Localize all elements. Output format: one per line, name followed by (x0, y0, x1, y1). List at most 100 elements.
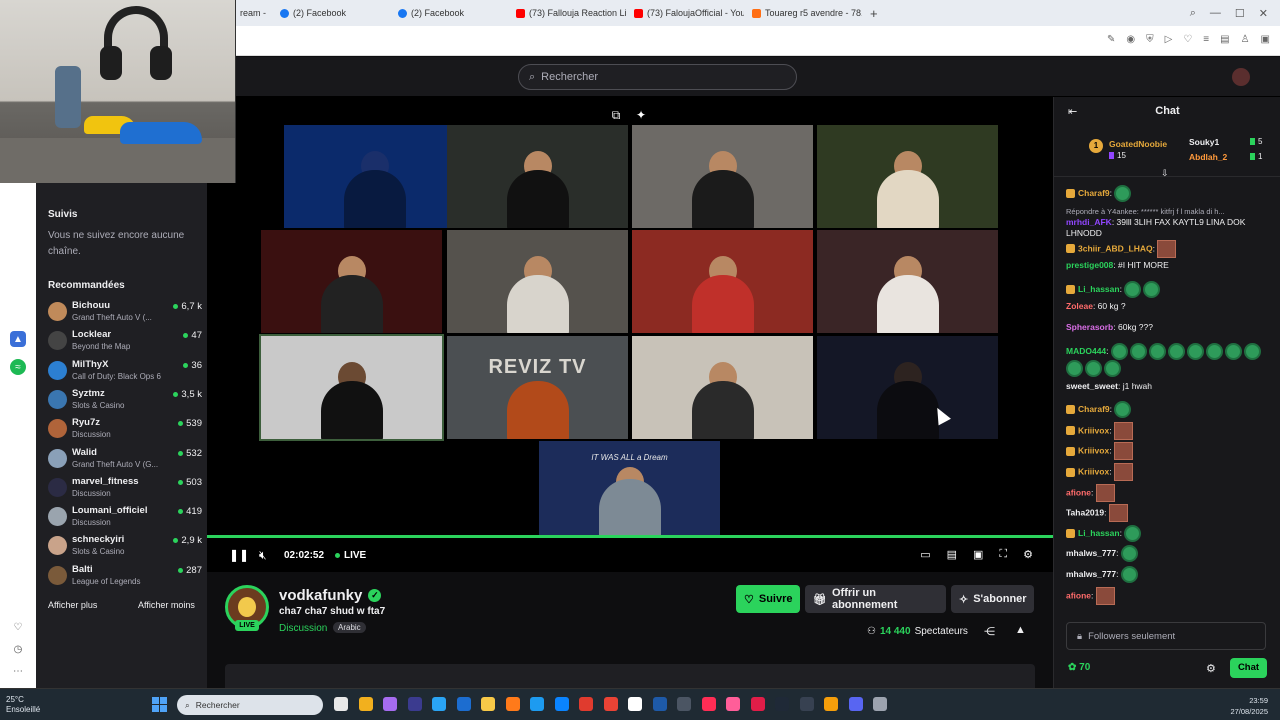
recommended-channel[interactable]: Loumani_officiel Discussion 419 (46, 504, 204, 531)
chat-username[interactable]: Li_hassan (1078, 528, 1120, 538)
taskbar-app-icon[interactable] (358, 697, 373, 711)
taskbar-app-icon[interactable] (824, 697, 838, 711)
chat-username[interactable]: mhalws_777 (1066, 548, 1116, 558)
chat-username[interactable]: Kriiivox (1078, 446, 1109, 456)
theatre-mode-icon[interactable]: ▣ (973, 548, 983, 561)
browser-tab[interactable]: (2) Facebook (272, 0, 390, 26)
taskbar-app-icon[interactable] (383, 697, 397, 711)
chat-username[interactable]: Li_hassan (1078, 284, 1120, 294)
fullscreen-icon[interactable]: ⛶ (999, 548, 1007, 561)
taskbar-app-icon[interactable] (505, 697, 520, 711)
more-icon[interactable]: ⋯ (10, 663, 26, 679)
show-less-link[interactable]: Afficher moins (138, 600, 195, 610)
recommended-channel[interactable]: MilThyX Call of Duty: Black Ops 6 36 (46, 358, 204, 385)
taskbar-app-icon[interactable] (726, 697, 740, 711)
taskbar-app-icon[interactable] (579, 697, 593, 711)
heart-icon[interactable]: ♡ (10, 619, 26, 635)
taskbar-app-icon[interactable] (481, 697, 495, 711)
camera-icon[interactable]: ◉ (1126, 34, 1135, 45)
browser-tab[interactable]: (73) Fallouja Reaction Live (508, 0, 626, 26)
taskbar-app-icon[interactable] (848, 697, 863, 711)
taskbar-app-icon[interactable] (334, 697, 348, 711)
search-input[interactable]: ⌕ Rechercher (518, 64, 797, 90)
chat-username[interactable]: mrhdi_AFK (1066, 217, 1112, 227)
miniplayer-icon[interactable]: ▭ (920, 548, 930, 561)
new-tab-button[interactable]: + (862, 6, 886, 21)
sparkle-icon[interactable]: ✦ (633, 107, 649, 123)
chat-username[interactable]: Charaf9 (1078, 188, 1110, 198)
chat-username[interactable]: afione (1066, 487, 1091, 497)
chat-username[interactable]: sweet_sweet (1066, 381, 1118, 391)
chat-username[interactable]: afione (1066, 590, 1091, 600)
taskbar-app-icon[interactable] (799, 697, 814, 711)
chat-username[interactable]: mhalws_777 (1066, 569, 1116, 579)
search-tabs-icon[interactable]: ⌕ (1190, 7, 1196, 20)
recommended-channel[interactable]: Syztmz Slots & Casino 3,5 k (46, 387, 204, 414)
show-more-link[interactable]: Afficher plus (48, 600, 97, 610)
chat-username[interactable]: Kriiivox (1078, 466, 1109, 476)
gift-sub-button[interactable]: 🎁︎ Offrir un abonnement (805, 585, 946, 613)
maximize-icon[interactable]: ☐ (1235, 7, 1245, 20)
taskbar-app-icon[interactable] (530, 697, 544, 711)
reply-context[interactable]: Répondre à Y4ankee: ****** kitfrj f l ma… (1066, 206, 1271, 217)
chat-username[interactable]: Charaf9 (1078, 404, 1110, 414)
clock[interactable]: 23:59 27/08/2025 (1230, 695, 1268, 717)
chat-username[interactable]: MADO444 (1066, 345, 1106, 355)
close-icon[interactable]: ✕ (1259, 7, 1268, 20)
heart-icon[interactable]: ♡ (1183, 34, 1192, 45)
chat-send-button[interactable]: Chat (1230, 658, 1267, 678)
expand-icon[interactable]: ⇩ (1161, 168, 1169, 179)
taskbar-app-icon[interactable] (750, 697, 765, 711)
taskbar-search[interactable]: ⌕ Rechercher (177, 695, 323, 715)
mute-icon[interactable]: 🔇︎ (259, 548, 267, 563)
recommended-channel[interactable]: schneckyiri Slots & Casino 2,9 k (46, 533, 204, 560)
taskbar-app-icon[interactable] (652, 697, 667, 711)
follow-button[interactable]: ♡ Suivre (736, 585, 800, 613)
browser-tab[interactable]: Touareg r5 avendre - 78.0 (744, 0, 862, 26)
language-tag[interactable]: Arabic (333, 622, 366, 633)
pause-icon[interactable]: ❚❚ (229, 548, 249, 562)
report-icon[interactable]: ▲ (1015, 624, 1026, 636)
recommended-channel[interactable]: marvel_fitness Discussion 503 (46, 475, 204, 502)
edit-icon[interactable]: ✎ (1107, 34, 1115, 45)
browser-tab[interactable]: (2) Facebook (390, 0, 508, 26)
weather-widget[interactable]: 25°C Ensoleillé (6, 695, 40, 715)
channel-points[interactable]: ✿ 70 (1068, 662, 1090, 673)
taskbar-app-icon[interactable] (701, 697, 716, 711)
recommended-channel[interactable]: Balti League of Legends 287 (46, 563, 204, 590)
taskbar-app-icon[interactable] (775, 697, 789, 711)
taskbar-app-icon[interactable] (677, 697, 691, 711)
sidebar-icon[interactable]: ▣ (1261, 34, 1270, 45)
chat-username[interactable]: prestige008 (1066, 260, 1113, 270)
play-icon[interactable]: ▷ (1165, 34, 1173, 45)
taskbar-app-icon[interactable] (603, 697, 618, 711)
settings-gear-icon[interactable]: ⚙ (1023, 548, 1033, 561)
user-avatar[interactable] (1232, 68, 1250, 86)
history-icon[interactable]: ◷ (10, 641, 26, 657)
taskbar-app-icon[interactable] (554, 697, 569, 711)
category-link[interactable]: Discussion (279, 623, 327, 634)
subscribe-button[interactable]: ✧ S'abonner (951, 585, 1034, 613)
share-icon[interactable]: ⋲ (984, 625, 995, 638)
taskbar-app-icon[interactable] (432, 697, 446, 711)
streamer-name-text[interactable]: vodkafunky (279, 587, 362, 604)
chat-username[interactable]: Zoleae (1066, 301, 1093, 311)
app-icon[interactable]: ▲ (10, 331, 26, 347)
chat-input[interactable]: 🔒︎ Followers seulement (1066, 622, 1266, 650)
chat-username[interactable]: Taha2019 (1066, 507, 1104, 517)
person-icon[interactable]: ♙ (1241, 34, 1250, 45)
chat-username[interactable]: 3chiir_ABD_LHAQ (1078, 243, 1153, 253)
browser-tab[interactable]: (73) FaloujaOfficial - YouTu (626, 0, 744, 26)
start-icon[interactable] (152, 697, 167, 712)
taskbar-app-icon[interactable] (407, 697, 422, 711)
wallet-icon[interactable]: ▤ (1220, 34, 1229, 45)
shield-icon[interactable]: ⛨ (1146, 34, 1154, 45)
spotify-icon[interactable]: ≈ (10, 359, 26, 375)
video-player[interactable]: ⧉ ✦ REVIZ TV IT WAS ALL a Dream (207, 97, 1053, 537)
chat-username[interactable]: Kriiivox (1078, 425, 1109, 435)
browser-tab[interactable]: ream - (232, 0, 272, 26)
taskbar-app-icon[interactable] (456, 697, 471, 711)
recommended-channel[interactable]: Ryu7z Discussion 539 (46, 416, 204, 443)
chat-username[interactable]: Spherasorb (1066, 322, 1113, 332)
clip-icon[interactable]: ▤ (947, 548, 957, 561)
